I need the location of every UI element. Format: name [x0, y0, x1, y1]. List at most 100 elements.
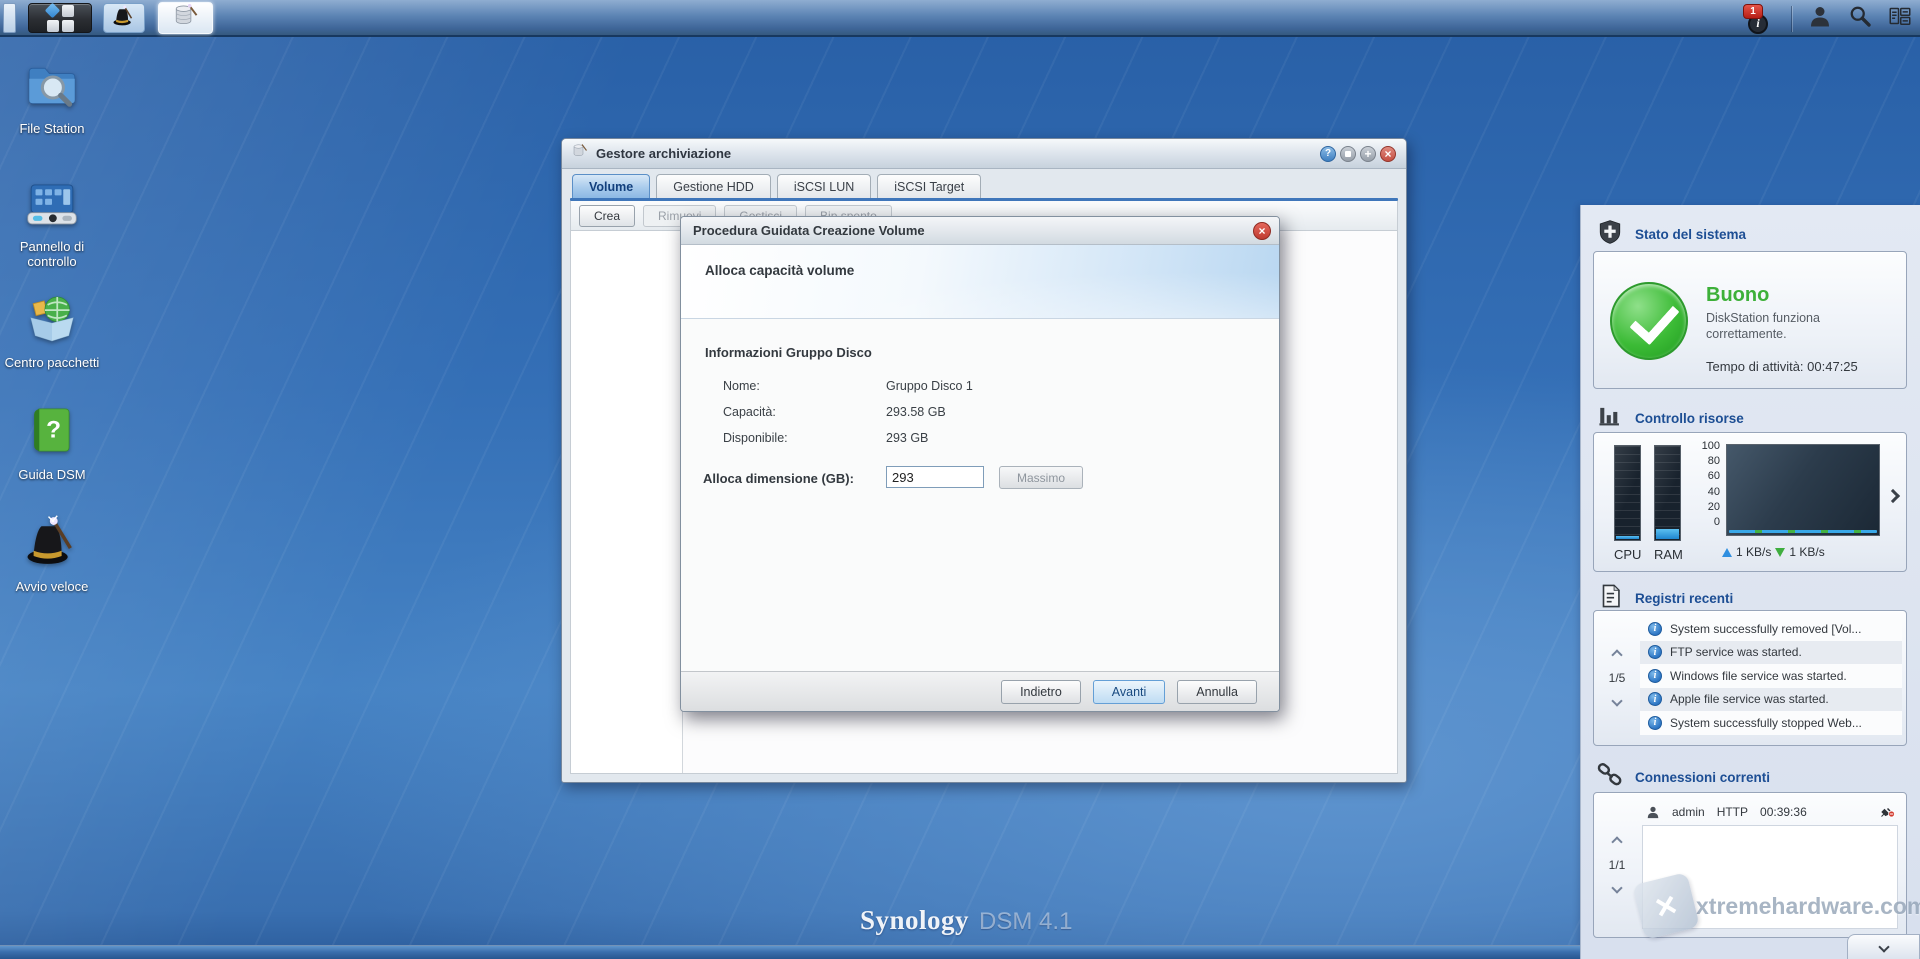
next-button[interactable]: Avanti: [1093, 680, 1166, 704]
back-button[interactable]: Indietro: [1001, 680, 1081, 704]
cancel-button[interactable]: Annulla: [1177, 680, 1257, 704]
maximum-button[interactable]: Massimo: [999, 466, 1083, 489]
sidebar-collapse-button[interactable]: [1847, 934, 1920, 959]
field-label-name: Nome:: [723, 379, 760, 393]
close-button[interactable]: [1380, 146, 1396, 162]
help-button[interactable]: [1320, 146, 1336, 162]
volume-list-panel[interactable]: [571, 231, 683, 773]
maximize-button[interactable]: [1360, 146, 1376, 162]
cpu-gauge-fill: [1616, 536, 1639, 539]
file-station-icon: [24, 99, 80, 116]
info-icon: [1648, 692, 1662, 706]
tab-iscsi-target[interactable]: iSCSI Target: [877, 174, 981, 198]
connection-row[interactable]: admin HTTP 00:39:36: [1646, 801, 1896, 823]
connection-time: 00:39:36: [1760, 805, 1807, 819]
current-connections-header[interactable]: Connessioni correnti: [1597, 762, 1770, 793]
dsm-logo: Synology DSM 4.1: [860, 905, 1072, 936]
desktop: 1: [0, 0, 1920, 959]
resource-monitor-title: Controllo risorse: [1635, 411, 1744, 426]
tab-volume[interactable]: Volume: [572, 174, 650, 198]
show-desktop-button[interactable]: [3, 3, 16, 33]
window-titlebar[interactable]: Gestore archiviazione: [562, 139, 1406, 169]
log-list: System successfully removed [Vol... FTP …: [1640, 617, 1902, 735]
disconnect-icon[interactable]: [1878, 803, 1896, 822]
recent-logs-title: Registri recenti: [1635, 591, 1733, 606]
search-button[interactable]: [1848, 4, 1872, 33]
dialog-title: Procedura Guidata Creazione Volume: [693, 223, 1253, 238]
connection-user: admin: [1672, 805, 1705, 819]
system-status-title: Stato del sistema: [1635, 227, 1746, 242]
dialog-footer: Indietro Avanti Annulla: [681, 671, 1279, 711]
field-label-capacity: Capacità:: [723, 405, 776, 419]
main-menu-icon: [47, 5, 74, 32]
network-traffic-line: [1729, 530, 1877, 533]
status-description: DiskStation funziona correttamente.: [1706, 310, 1866, 342]
tab-iscsi-lun[interactable]: iSCSI LUN: [777, 174, 871, 198]
package-center-icon: [24, 333, 80, 350]
storage-manager-taskbar-button[interactable]: [158, 2, 213, 34]
connections-list: [1642, 825, 1898, 929]
dialog-body: Informazioni Gruppo Disco Nome: Gruppo D…: [681, 319, 1279, 673]
user-icon: [1646, 805, 1660, 819]
desktop-icon-dsm-help[interactable]: ? Guida DSM: [4, 402, 100, 482]
desktop-bottom-strip: [0, 945, 1580, 959]
storage-manager-icon: [173, 3, 199, 34]
logs-page-up-button[interactable]: [1611, 649, 1622, 660]
wizard-step-banner: Alloca capacità volume: [681, 245, 1279, 319]
create-button[interactable]: Crea: [579, 205, 635, 227]
widget-sidebar: Stato del sistema Buono DiskStation funz…: [1580, 205, 1920, 959]
info-icon: [1648, 622, 1662, 636]
minimize-button[interactable]: [1340, 146, 1356, 162]
log-row[interactable]: Apple file service was started.: [1640, 688, 1902, 712]
log-row[interactable]: FTP service was started.: [1640, 641, 1902, 665]
log-row[interactable]: System successfully stopped Web...: [1640, 711, 1902, 735]
field-value-available: 293 GB: [886, 431, 928, 445]
main-menu-button[interactable]: [28, 3, 92, 33]
connection-protocol: HTTP: [1717, 805, 1748, 819]
connections-page-indicator: 1/1: [1609, 858, 1626, 872]
expand-resource-monitor-button[interactable]: [1886, 489, 1900, 503]
resource-monitor-header[interactable]: Controllo risorse: [1597, 403, 1744, 434]
logs-page-down-button[interactable]: [1611, 695, 1622, 706]
desktop-icon-package-center[interactable]: Centro pacchetti: [4, 290, 100, 370]
dialog-titlebar[interactable]: Procedura Guidata Creazione Volume: [681, 217, 1279, 245]
tab-gestione-hdd[interactable]: Gestione HDD: [656, 174, 771, 198]
allocate-size-input[interactable]: [886, 466, 984, 488]
notifications-button[interactable]: 1: [1741, 4, 1775, 34]
desktop-icon-label: Pannello di controllo: [4, 239, 100, 269]
volume-creation-wizard-dialog: Procedura Guidata Creazione Volume Alloc…: [680, 216, 1280, 712]
desktop-icon-quick-start[interactable]: Avvio veloce: [4, 514, 100, 594]
user-options-button[interactable]: [1808, 4, 1832, 33]
cpu-gauge: [1614, 445, 1641, 541]
info-icon: [1648, 669, 1662, 683]
pilot-view-button[interactable]: [1888, 4, 1912, 33]
svg-text:?: ?: [46, 416, 61, 443]
upload-rate: 1 KB/s: [1736, 545, 1771, 559]
info-icon: [1648, 716, 1662, 730]
connections-pager: 1/1: [1594, 793, 1640, 937]
quick-start-taskbar-button[interactable]: [103, 3, 145, 33]
allocate-size-label: Alloca dimensione (GB):: [703, 471, 854, 486]
desktop-icon-file-station[interactable]: File Station: [4, 56, 100, 136]
bar-chart-icon: [1597, 403, 1623, 434]
shield-icon: [1597, 219, 1623, 250]
connections-page-down-button[interactable]: [1611, 882, 1622, 893]
control-panel-icon: [24, 217, 80, 234]
logs-pager: 1/5: [1594, 611, 1640, 745]
disk-group-section-title: Informazioni Gruppo Disco: [705, 345, 872, 360]
connections-page-up-button[interactable]: [1611, 836, 1622, 847]
system-status-header[interactable]: Stato del sistema: [1597, 219, 1746, 250]
desktop-icon-control-panel[interactable]: Pannello di controllo: [4, 178, 100, 269]
ram-gauge: [1654, 445, 1681, 541]
ram-label: RAM: [1654, 547, 1681, 562]
taskbar: 1: [0, 0, 1920, 37]
dialog-close-button[interactable]: [1253, 222, 1271, 240]
chevron-down-icon: [1878, 941, 1889, 952]
log-row[interactable]: Windows file service was started.: [1640, 664, 1902, 688]
tab-strip: Volume Gestione HDD iSCSI LUN iSCSI Targ…: [562, 169, 1406, 198]
log-row[interactable]: System successfully removed [Vol...: [1640, 617, 1902, 641]
brand-name: Synology: [860, 905, 969, 936]
field-label-available: Disponibile:: [723, 431, 788, 445]
window-title: Gestore archiviazione: [596, 146, 1320, 161]
search-icon: [1848, 4, 1872, 33]
